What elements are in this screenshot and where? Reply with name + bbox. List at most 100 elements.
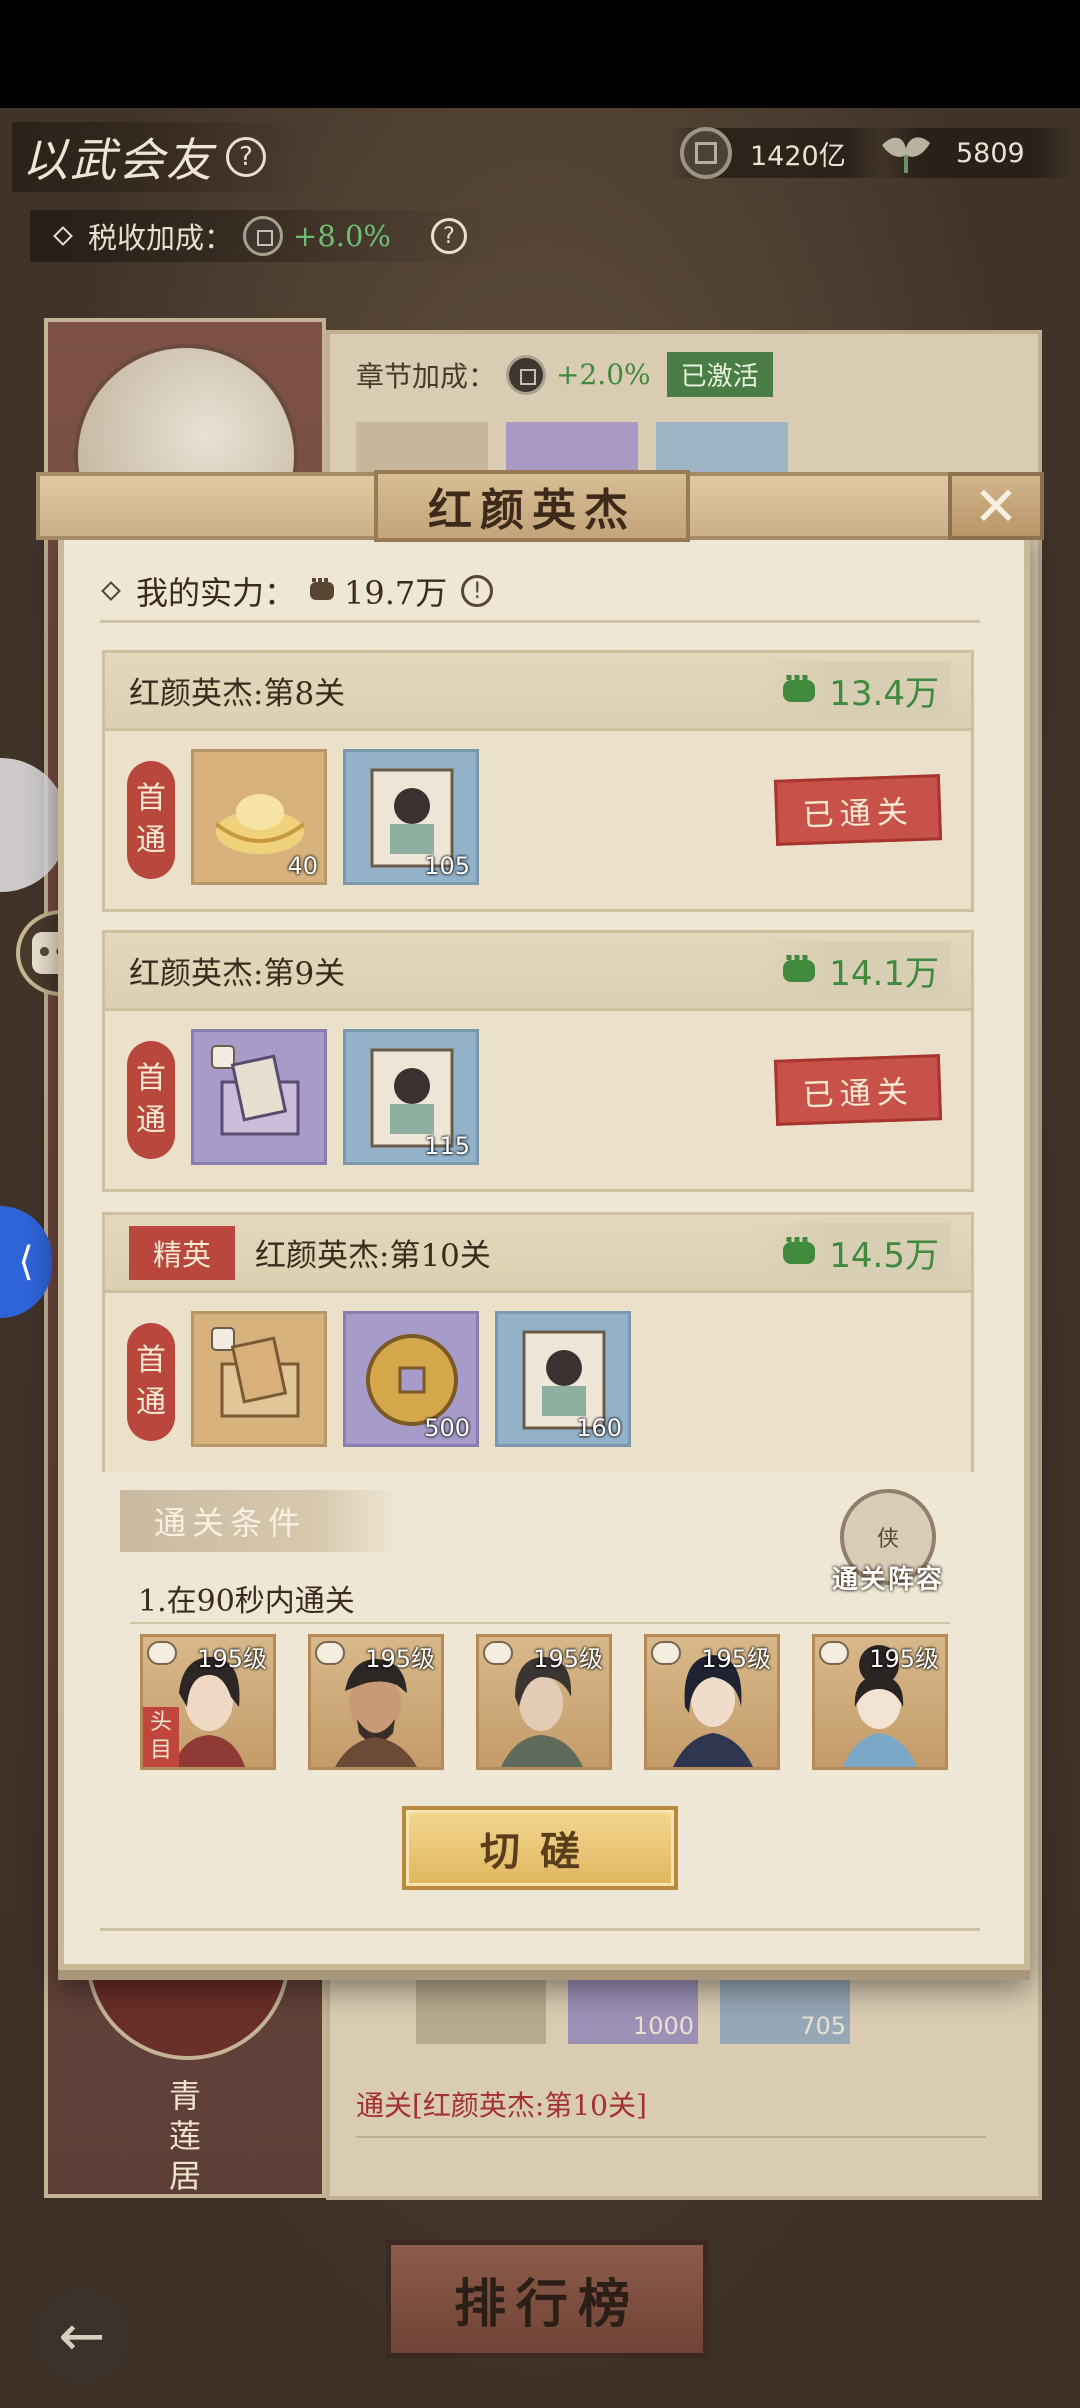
stage-power-value: 14.5万: [829, 1235, 939, 1276]
lineup-label: 通关阵容: [831, 1565, 944, 1595]
chapter-bonus-row: 章节加成： +2.0% 已激活: [356, 352, 773, 397]
reward-item[interactable]: 160: [495, 1311, 631, 1447]
reward-count: 105: [424, 852, 470, 880]
book-box-icon: [211, 1327, 300, 1418]
reward-slot-count: 1000: [568, 1974, 698, 2044]
fist-icon: [783, 1237, 816, 1264]
boss-tag: 头目: [143, 1707, 179, 1767]
first-clear-tag: 首 通: [127, 1041, 175, 1159]
first-clear-char: 首: [136, 1061, 166, 1096]
stage-name: 红颜英杰:第9关: [129, 956, 346, 992]
page-header: 以武会友 ?: [12, 122, 312, 192]
help-icon[interactable]: ?: [431, 218, 467, 254]
reward-item[interactable]: [191, 1311, 327, 1447]
divider: [356, 2136, 986, 2138]
enemy-hero[interactable]: 195级: [644, 1634, 780, 1770]
stage-header: 精英 红颜英杰:第10关 14.5万: [105, 1215, 971, 1293]
reward-count: 160: [576, 1414, 622, 1442]
reward-item[interactable]: 115: [343, 1029, 479, 1165]
tax-label: 税收加成：: [88, 221, 234, 255]
enemy-level: 195级: [365, 1645, 435, 1673]
pass-requirement-text: 通关[红颜英杰:第10关]: [356, 2089, 647, 2122]
chapter-reward-strip: [356, 422, 788, 474]
my-power-value: 19.7万: [344, 574, 448, 612]
fist-icon: [783, 675, 816, 702]
first-clear-char: 首: [136, 1343, 166, 1378]
close-button[interactable]: ✕: [948, 472, 1044, 540]
dialog-title: 红颜英杰: [374, 470, 690, 542]
divider: [100, 620, 980, 623]
copper-coin-icon: [680, 127, 732, 179]
reward-count: 40: [287, 852, 318, 880]
enemy-hero[interactable]: 195级: [308, 1634, 444, 1770]
coin-amount: 1420亿: [750, 140, 846, 172]
class-icon: [651, 1641, 681, 1665]
reward-item[interactable]: 40: [191, 749, 327, 885]
enemy-level: 195级: [197, 1645, 267, 1673]
status-bar: [0, 0, 1080, 108]
reward-slot-count: 705: [720, 1974, 850, 2044]
enemy-hero[interactable]: 195级: [476, 1634, 612, 1770]
diamond-icon: [53, 226, 73, 246]
reward-count: 500: [424, 1414, 470, 1442]
leaf-icon: [882, 137, 930, 173]
stage-power-value: 14.1万: [829, 953, 939, 994]
enemy-hero[interactable]: 195级: [812, 1634, 948, 1770]
spar-button[interactable]: 切磋: [402, 1806, 678, 1890]
reward-slot: [416, 1974, 546, 2044]
enemy-hero[interactable]: 195级 头目: [140, 1634, 276, 1770]
stage-power: 14.1万: [755, 941, 951, 999]
first-clear-tag: 首 通: [127, 761, 175, 879]
first-clear-char: 通: [136, 823, 166, 858]
lineup-button[interactable]: 侠 通关阵容: [818, 1476, 958, 1596]
fist-icon: [310, 578, 335, 600]
enemy-level: 195级: [869, 1645, 939, 1673]
page-title: 以武会友: [22, 133, 214, 187]
class-icon: [147, 1641, 177, 1665]
info-icon[interactable]: !: [461, 575, 494, 607]
ranking-button[interactable]: 排行榜: [386, 2240, 708, 2358]
chapter-bonus-value: +2.0%: [556, 358, 651, 391]
diamond-icon: [101, 581, 121, 601]
reward-item[interactable]: [191, 1029, 327, 1165]
chapter-reward-strip-bottom: 1000 705: [416, 1974, 850, 2044]
condition-text: 1.在90秒内通关: [138, 1584, 355, 1619]
stage-card: 红颜英杰:第8关 13.4万 首 通 40 105 已通关: [102, 650, 974, 912]
first-clear-char: 通: [136, 1103, 166, 1138]
stage-rewards: 首 通 115 已通关: [105, 1011, 971, 1189]
help-icon[interactable]: ?: [226, 137, 266, 177]
coin-counter: 1420亿: [670, 127, 890, 179]
first-clear-tag: 首 通: [127, 1323, 175, 1441]
copper-coin-icon: [243, 216, 284, 256]
stage-rewards: 首 通 500 160: [105, 1293, 971, 1471]
fist-icon: [783, 955, 816, 982]
copper-coin-icon: [506, 354, 547, 395]
stage-rewards: 首 通 40 105 已通关: [105, 731, 971, 909]
divider: [130, 1622, 950, 1624]
stage-card: 精英 红颜英杰:第10关 14.5万 首 通 500 160: [102, 1212, 974, 1472]
my-power-row: 我的实力： 19.7万 !: [101, 566, 494, 616]
book-box-icon: [211, 1045, 300, 1136]
enemy-lineup: 195级 头目 195级 195级 195级 195级: [140, 1634, 948, 1770]
divider: [100, 1928, 980, 1931]
tax-value: +8.0%: [293, 219, 391, 253]
reward-count: 115: [424, 1132, 470, 1160]
chapter-bonus-label: 章节加成：: [356, 359, 497, 393]
first-clear-char: 通: [136, 1385, 166, 1420]
class-icon: [819, 1641, 849, 1665]
status-badge: 已激活: [666, 352, 773, 397]
first-clear-char: 首: [136, 781, 166, 816]
stage-power: 14.5万: [755, 1223, 951, 1281]
enemy-level: 195级: [701, 1645, 771, 1673]
cleared-stamp: 已通关: [773, 1054, 943, 1126]
class-icon: [483, 1641, 513, 1665]
stage-name: 红颜英杰:第8关: [129, 676, 346, 712]
back-button[interactable]: ←: [36, 2290, 128, 2382]
reward-item[interactable]: 105: [343, 749, 479, 885]
stage-header: 红颜英杰:第9关 14.1万: [105, 933, 971, 1011]
tax-bonus-row: 税收加成： +8.0% ?: [30, 210, 500, 262]
stage-power-value: 13.4万: [829, 673, 939, 714]
stage-card: 红颜英杰:第9关 14.1万 首 通 115 已通关: [102, 930, 974, 1192]
reward-item[interactable]: 500: [343, 1311, 479, 1447]
my-power-label: 我的实力：: [136, 574, 297, 612]
